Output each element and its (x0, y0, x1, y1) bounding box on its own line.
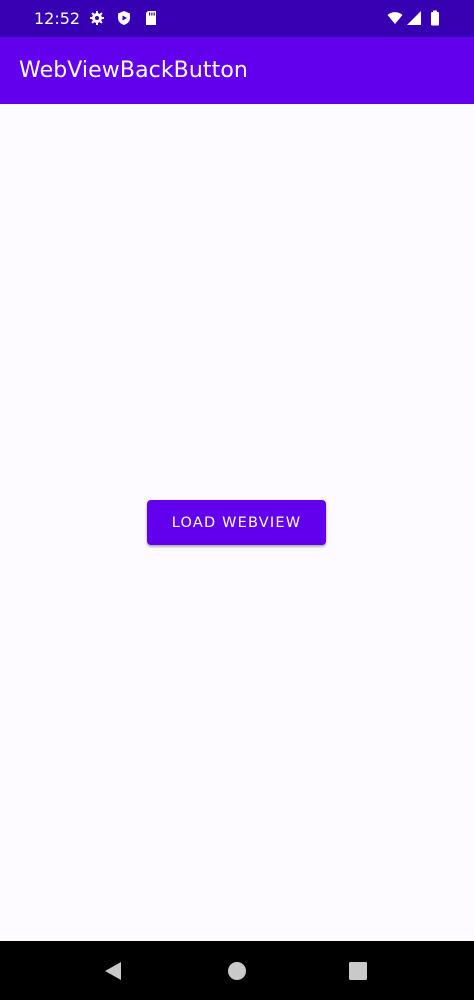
cell-signal-icon (406, 10, 422, 26)
wifi-icon (387, 10, 403, 26)
screen: 12:52 WebViewBackButton LOAD WEBVIEW (0, 0, 474, 1000)
main-content: LOAD WEBVIEW (0, 104, 474, 941)
navigation-bar (0, 941, 474, 1000)
recents-icon[interactable] (346, 959, 370, 983)
status-bar: 12:52 (0, 0, 474, 37)
home-icon[interactable] (225, 959, 249, 983)
app-title: WebViewBackButton (19, 58, 248, 83)
back-icon[interactable] (101, 959, 125, 983)
shield-play-icon (116, 10, 132, 26)
status-time: 12:52 (34, 9, 81, 28)
sd-card-icon (143, 10, 159, 26)
gear-icon (89, 10, 105, 26)
load-webview-button[interactable]: LOAD WEBVIEW (147, 500, 326, 545)
battery-icon (427, 10, 443, 26)
app-bar: WebViewBackButton (0, 37, 474, 104)
